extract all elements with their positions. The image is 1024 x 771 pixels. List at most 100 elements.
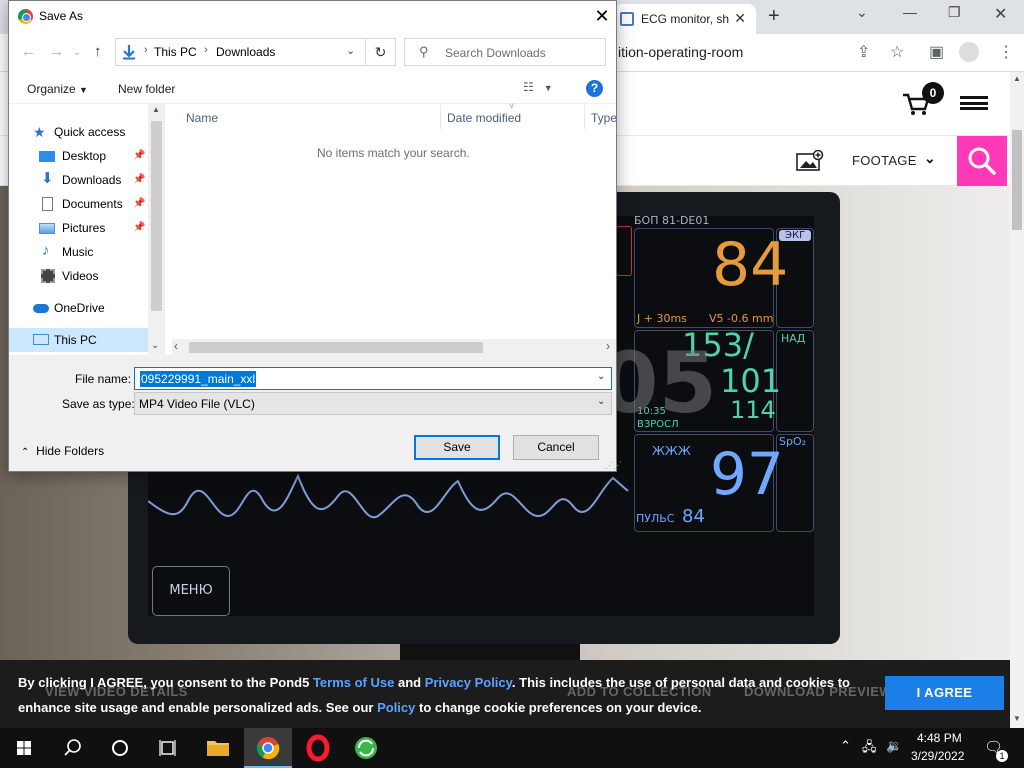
nav-item-onedrive[interactable]: OneDrive <box>9 296 149 320</box>
minimize-icon[interactable]: — <box>903 4 917 20</box>
hide-folders-toggle[interactable]: ⌃ Hide Folders <box>21 444 104 458</box>
organize-menu-button[interactable]: Organize ▼ <box>27 82 88 96</box>
column-header-name[interactable]: Name <box>186 111 218 125</box>
footage-type-icon[interactable] <box>796 150 824 172</box>
site-search-button[interactable] <box>957 136 1007 186</box>
opera-taskbar-button[interactable] <box>294 728 342 768</box>
side-panel-icon[interactable]: ▣ <box>929 42 944 62</box>
tab-ecg-monitor[interactable]: ECG monitor, sh ✕ <box>614 4 756 34</box>
save-as-type-value[interactable]: MP4 Video File (VLC) <box>139 397 255 411</box>
chevron-down-icon[interactable]: ⌄ <box>924 150 936 167</box>
nav-item-music[interactable]: ♪ Music <box>9 240 149 264</box>
policy-link[interactable]: Policy <box>377 700 415 715</box>
page-scroll-thumb[interactable] <box>1012 130 1022 230</box>
help-icon[interactable]: ? <box>586 80 603 97</box>
cortana-button[interactable] <box>96 728 144 768</box>
nav-item-label: Pictures <box>62 221 106 235</box>
nav-scroll-down-icon[interactable]: ⌄ <box>151 340 159 351</box>
nav-item-documents[interactable]: Documents 📌 <box>9 192 149 216</box>
nav-item-label: Downloads <box>62 173 122 187</box>
footage-dropdown-label[interactable]: FOOTAGE <box>852 153 917 168</box>
window-close-icon[interactable]: ✕ <box>994 4 1007 24</box>
volume-icon[interactable]: 🔉 <box>886 738 902 754</box>
scroll-left-icon[interactable]: ‹ <box>174 339 178 353</box>
save-as-type-chevron-icon[interactable]: ⌄ <box>597 396 605 407</box>
task-view-button[interactable] <box>144 728 192 768</box>
column-header-date-modified[interactable]: Date modified <box>447 111 521 125</box>
column-divider[interactable] <box>584 105 585 129</box>
new-folder-button[interactable]: New folder <box>118 82 175 96</box>
clock-time[interactable]: 4:48 PM <box>917 731 962 745</box>
nav-item-desktop[interactable]: Desktop 📌 <box>9 144 149 168</box>
change-view-button[interactable]: ☷ ▼ <box>523 80 553 94</box>
address-bar[interactable]: › This PC › Downloads ⌄ <box>115 38 366 66</box>
terms-of-use-link[interactable]: Terms of Use <box>313 675 394 690</box>
back-arrow-icon[interactable]: ← <box>21 43 36 60</box>
clock-date[interactable]: 3/29/2022 <box>911 749 964 763</box>
save-button[interactable]: Save <box>414 435 500 460</box>
app-taskbar-button[interactable] <box>342 728 390 768</box>
share-icon[interactable]: ⇪ <box>857 42 870 62</box>
pin-icon[interactable]: 📌 <box>133 216 145 240</box>
scroll-down-icon[interactable]: ▼ <box>1013 714 1021 723</box>
nav-scroll-up-icon[interactable]: ▲ <box>152 105 160 114</box>
privacy-policy-link[interactable]: Privacy Policy <box>425 675 512 690</box>
nav-pane-scroll-thumb[interactable] <box>151 121 162 311</box>
nav-item-this-pc[interactable]: This PC <box>9 328 149 352</box>
start-button[interactable] <box>0 728 48 768</box>
cookie-banner: VIEW VIDEO DETAILS ADD TO COLLECTION DOW… <box>0 660 1010 728</box>
column-header-type[interactable]: Type <box>591 111 616 125</box>
show-hidden-icons-chevron-icon[interactable]: ⌃ <box>840 738 851 754</box>
pin-icon[interactable]: 📌 <box>133 192 145 216</box>
menu-kebab-icon[interactable]: ⋮ <box>998 42 1014 62</box>
close-icon[interactable]: ✕ <box>589 4 615 28</box>
cookie-consent-text: By clicking I AGREE, you consent to the … <box>18 670 878 720</box>
column-divider[interactable] <box>440 105 441 129</box>
pin-icon[interactable]: 📌 <box>133 168 145 192</box>
videos-icon <box>41 269 55 283</box>
new-tab-icon[interactable]: + <box>768 5 780 28</box>
refresh-icon[interactable]: ↻ <box>366 38 396 66</box>
navigation-pane: ★ Quick access Desktop 📌 ⬇ Downloads 📌 D… <box>9 104 165 355</box>
search-button[interactable] <box>48 728 96 768</box>
hamburger-menu-icon[interactable] <box>960 96 988 110</box>
scroll-right-icon[interactable]: › <box>606 339 610 353</box>
url-text[interactable]: ition-operating-room <box>618 44 743 60</box>
pin-icon[interactable]: 📌 <box>133 144 145 168</box>
address-history-chevron-icon[interactable]: ⌄ <box>346 44 355 57</box>
file-name-label: File name: <box>75 372 132 386</box>
breadcrumb-this-pc[interactable]: This PC <box>154 45 197 59</box>
search-icon: ⚲ <box>419 44 429 59</box>
search-downloads-input[interactable]: ⚲ Search Downloads <box>404 38 606 66</box>
restore-icon[interactable]: ❐ <box>948 4 961 21</box>
resize-grip-icon[interactable]: ⋰⋰ <box>605 460 622 471</box>
i-agree-button[interactable]: I AGREE <box>885 676 1004 710</box>
tab-close-icon[interactable]: ✕ <box>734 10 746 27</box>
file-name-value[interactable]: 095229991_main_xxl <box>140 371 257 387</box>
recent-locations-chevron-icon[interactable]: ⌄ <box>73 47 81 58</box>
breadcrumb-separator-icon[interactable]: › <box>144 44 148 56</box>
file-pane-hscroll-thumb[interactable] <box>189 342 483 353</box>
nav-item-videos[interactable]: Videos <box>9 264 149 288</box>
network-icon[interactable]: 🖧 <box>862 738 877 760</box>
file-explorer-button[interactable] <box>194 728 242 768</box>
file-name-dropdown-chevron-icon[interactable]: ⌄ <box>597 371 605 382</box>
save-as-type-label: Save as type: <box>62 397 135 411</box>
tab-search-icon[interactable]: ⌄ <box>856 4 868 21</box>
forward-arrow-icon[interactable]: → <box>49 43 64 60</box>
profile-avatar-icon[interactable] <box>959 42 979 62</box>
breadcrumb-downloads[interactable]: Downloads <box>216 45 275 59</box>
dialog-title: Save As <box>39 9 84 23</box>
nav-item-quick-access[interactable]: ★ Quick access <box>9 120 149 144</box>
bookmark-star-icon[interactable]: ☆ <box>890 42 904 62</box>
nav-item-pictures[interactable]: Pictures 📌 <box>9 216 149 240</box>
cancel-button[interactable]: Cancel <box>513 435 599 460</box>
scroll-up-icon[interactable]: ▲ <box>1013 74 1021 83</box>
dialog-titlebar[interactable]: Save As ✕ <box>9 1 616 32</box>
nav-item-downloads[interactable]: ⬇ Downloads 📌 <box>9 168 149 192</box>
chrome-taskbar-button[interactable] <box>244 728 292 768</box>
file-list-pane[interactable] <box>165 104 616 355</box>
up-arrow-icon[interactable]: ↑ <box>94 43 102 60</box>
alarm-tab <box>616 226 632 276</box>
breadcrumb-separator-icon[interactable]: › <box>204 44 208 56</box>
